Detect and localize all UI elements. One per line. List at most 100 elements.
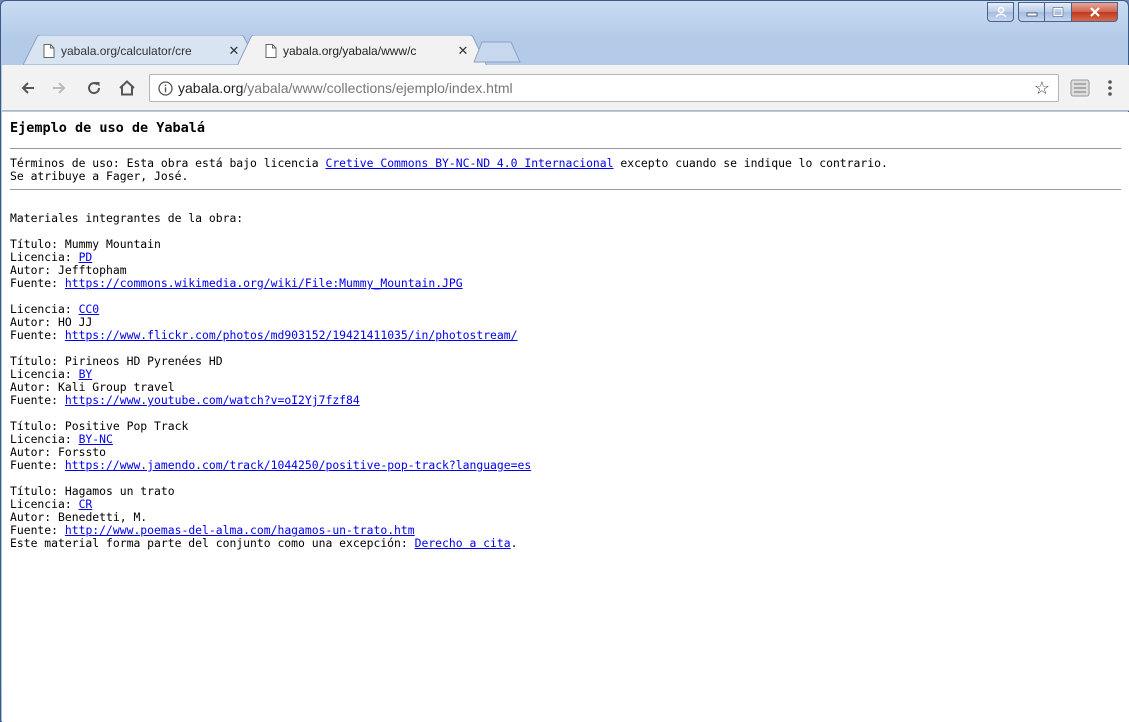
material-title-line: Título: Pirineos HD Pyrenées HD <box>10 355 1121 368</box>
material-source-link[interactable]: https://commons.wikimedia.org/wiki/File:… <box>65 276 463 290</box>
material-title-value: Pirineos HD Pyrenées HD <box>64 354 223 368</box>
material-title-value: Positive Pop Track <box>64 419 189 433</box>
back-button[interactable] <box>16 76 40 100</box>
exception-link[interactable]: Derecho a cita <box>415 536 511 550</box>
profile-button[interactable] <box>987 2 1014 22</box>
material-license-link[interactable]: PD <box>79 250 93 264</box>
reload-button[interactable] <box>82 76 106 100</box>
terms-of-use: Términos de uso: Esta obra está bajo lic… <box>10 149 1121 189</box>
forward-button[interactable] <box>47 76 71 100</box>
material-license-line: Licencia: CC0 <box>10 303 1121 316</box>
url-host: yabala.org <box>178 80 244 96</box>
url-path: /yabala/www/collections/ejemplo/index.ht… <box>243 80 513 96</box>
tab-title: yabala.org/yabala/www/c <box>283 44 417 58</box>
material-source-link[interactable]: https://www.jamendo.com/track/1044250/po… <box>65 458 531 472</box>
material-source-link[interactable]: http://www.poemas-del-alma.com/hagamos-u… <box>65 523 415 537</box>
home-button[interactable] <box>115 76 139 100</box>
material-title-label: Título: <box>10 237 65 251</box>
material-license-line: Licencia: PD <box>10 251 1121 264</box>
material-author-label: Autor: <box>10 315 59 329</box>
minimize-button[interactable] <box>1018 2 1045 22</box>
attribution: Se atribuye a Fager, José. <box>10 169 189 183</box>
maximize-button[interactable] <box>1045 2 1072 22</box>
material-source-label: Fuente: <box>10 393 65 407</box>
material-item: Título: Hagamos un trato Licencia: CR Auto… <box>10 485 1121 550</box>
material-license-label: Licencia: <box>10 367 79 381</box>
material-author-label: Autor: <box>10 263 59 277</box>
material-license-label: Licencia: <box>10 250 79 264</box>
address-bar[interactable]: yabala.org/yabala/www/collections/ejempl… <box>149 74 1059 102</box>
material-title-label: Título: <box>10 484 65 498</box>
material-source-label: Fuente: <box>10 276 65 290</box>
material-title-line: Título: Hagamos un trato <box>10 485 1121 498</box>
extension-icon[interactable] <box>1070 79 1090 97</box>
arrow-left-icon <box>21 82 34 94</box>
materials-intro: Materiales integrantes de la obra: <box>10 211 244 225</box>
page-icon <box>265 44 277 58</box>
material-author-value: Forssto <box>58 445 107 459</box>
material-title-value: Mummy Mountain <box>64 237 161 251</box>
material-license-line: Licencia: CR <box>10 498 1121 511</box>
material-license-label: Licencia: <box>10 302 79 316</box>
terms-suffix: excepto cuando se indique lo contrario. <box>613 156 888 170</box>
tab-calculator[interactable]: yabala.org/calculator/cre ✕ <box>23 35 258 65</box>
bookmark-star-icon[interactable]: ☆ <box>1034 78 1050 99</box>
material-source-label: Fuente: <box>10 458 65 472</box>
material-author-label: Autor: <box>10 510 59 524</box>
exception-note: Este material forma parte del conjunto c… <box>10 537 1121 550</box>
material-author-value: HO JJ <box>58 315 93 329</box>
material-title-line: Título: Mummy Mountain <box>10 238 1121 251</box>
material-source-label: Fuente: <box>10 328 65 342</box>
page-viewport: Ejemplo de uso de Yabalá Términos de uso… <box>2 112 1129 722</box>
material-license-line: Licencia: BY-NC <box>10 433 1121 446</box>
exception-end: . <box>510 536 518 550</box>
license-link[interactable]: Cretive Commons BY-NC-ND 4.0 Internacion… <box>325 156 613 170</box>
info-icon[interactable] <box>158 81 173 96</box>
terms-prefix: Términos de uso: Esta obra está bajo lic… <box>10 156 326 170</box>
material-title-value: Hagamos un trato <box>64 484 175 498</box>
tab-title: yabala.org/calculator/cre <box>61 44 192 58</box>
close-window-button[interactable] <box>1072 2 1118 22</box>
browser-window: yabala.org/calculator/cre ✕ yabala.org/y… <box>0 0 1129 722</box>
menu-dots-icon[interactable] <box>1102 77 1118 99</box>
page-content: Ejemplo de uso de Yabalá Términos de uso… <box>2 112 1129 558</box>
material-source-label: Fuente: <box>10 523 65 537</box>
material-license-label: Licencia: <box>10 432 79 446</box>
material-title-label: Título: <box>10 354 65 368</box>
material-license-link[interactable]: CC0 <box>79 302 100 316</box>
material-author-value: Jefftopham <box>58 263 127 277</box>
tab-yabala[interactable]: yabala.org/yabala/www/c ✕ <box>237 35 487 66</box>
material-author-value: Kali Group travel <box>58 380 175 394</box>
material-item: Título: Pirineos HD Pyrenées HD Licencia:… <box>10 355 1121 407</box>
material-author-label: Autor: <box>10 380 59 394</box>
material-source-line: Fuente: https://www.youtube.com/watch?v=… <box>10 394 1121 407</box>
divider <box>10 189 1121 190</box>
materials-list: Título: Mummy Mountain Licencia: PD Autor:… <box>10 238 1121 550</box>
material-source-link[interactable]: https://www.youtube.com/watch?v=oI2Yj7fz… <box>65 393 360 407</box>
reload-icon <box>88 82 101 95</box>
window-caption-buttons <box>987 2 1118 22</box>
material-source-line: Fuente: https://www.flickr.com/photos/md… <box>10 329 1121 342</box>
material-license-line: Licencia: BY <box>10 368 1121 381</box>
tab-strip: yabala.org/calculator/cre ✕ yabala.org/y… <box>23 35 623 66</box>
tab-close-icon[interactable]: ✕ <box>457 43 469 59</box>
material-item: Licencia: CC0 Autor: HO JJ Fuente: https:/… <box>10 303 1121 342</box>
material-author-label: Autor: <box>10 445 59 459</box>
material-license-label: Licencia: <box>10 497 79 511</box>
material-license-link[interactable]: BY <box>79 367 93 381</box>
material-license-link[interactable]: CR <box>79 497 93 511</box>
material-author-value: Benedetti, M. <box>58 510 148 524</box>
url-text: yabala.org/yabala/www/collections/ejempl… <box>178 80 513 96</box>
material-source-line: Fuente: https://commons.wikimedia.org/wi… <box>10 277 1121 290</box>
material-license-link[interactable]: BY-NC <box>79 432 113 446</box>
material-title-label: Título: <box>10 419 65 433</box>
page-title: Ejemplo de uso de Yabalá <box>10 120 206 136</box>
browser-toolbar: yabala.org/yabala/www/collections/ejempl… <box>2 65 1129 111</box>
new-tab-button[interactable] <box>473 41 521 63</box>
material-source-link[interactable]: https://www.flickr.com/photos/md903152/1… <box>65 328 518 342</box>
material-item: Título: Positive Pop Track Licencia: BY-N… <box>10 420 1121 472</box>
arrow-right-icon <box>53 82 66 94</box>
maximize-icon <box>1052 7 1064 17</box>
home-icon <box>119 80 135 96</box>
material-item: Título: Mummy Mountain Licencia: PD Autor:… <box>10 238 1121 290</box>
